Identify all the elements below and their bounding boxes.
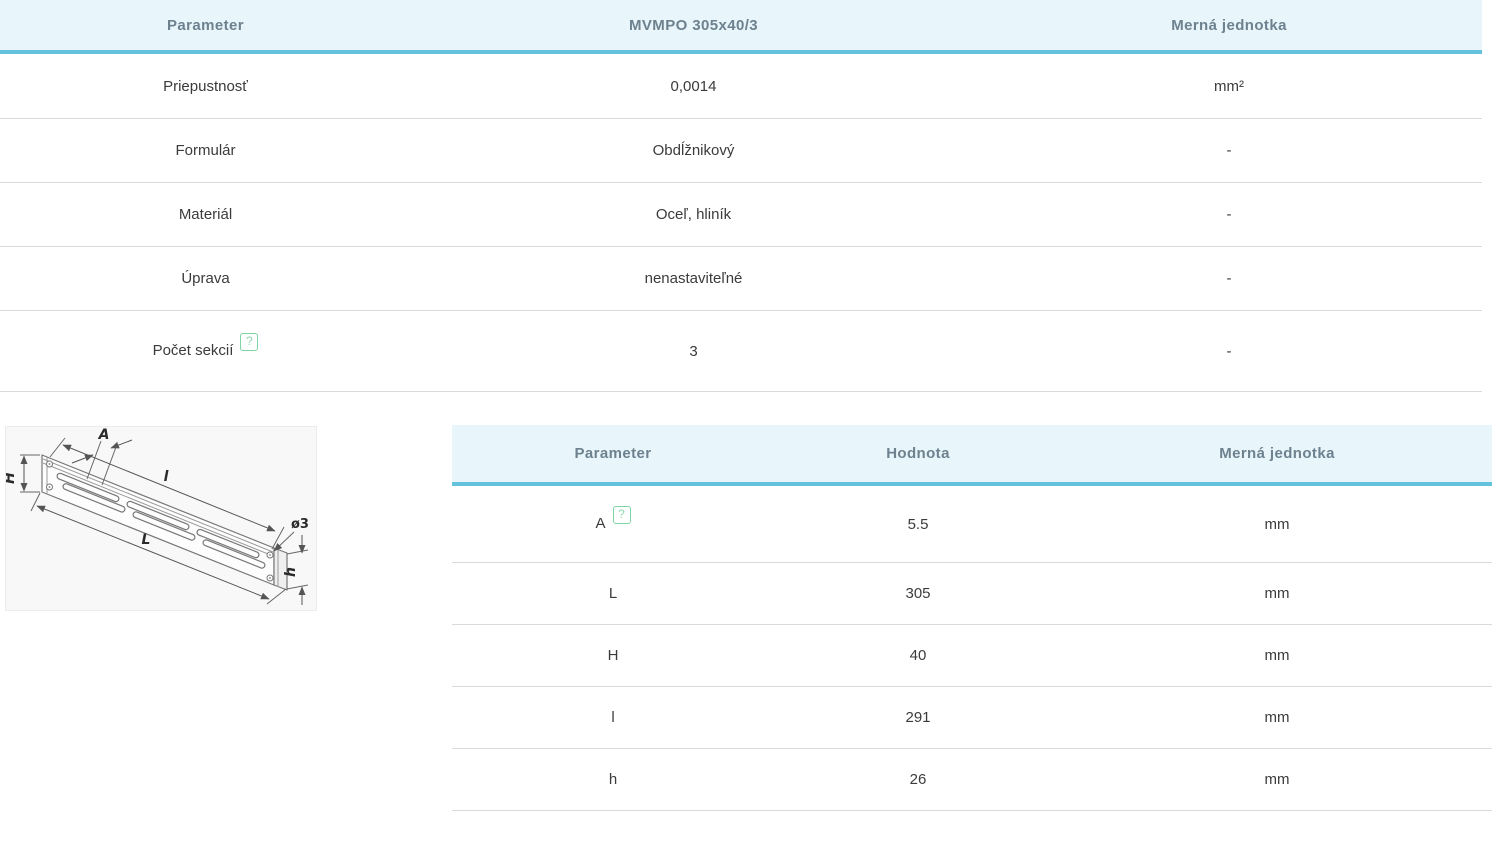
dim-column-header-unit: Merná jednotka bbox=[1062, 425, 1492, 484]
value-cell: 305 bbox=[774, 563, 1062, 625]
spec-column-header-unit: Merná jednotka bbox=[976, 0, 1482, 52]
parameter-cell: Priepustnosť bbox=[0, 52, 411, 119]
table-row: Formulár Obdĺžnikový - bbox=[0, 119, 1482, 183]
parameter-cell: H bbox=[452, 625, 774, 687]
dimension-label-h: h bbox=[283, 567, 299, 577]
unit-cell: - bbox=[976, 119, 1482, 183]
dimension-label-l: l bbox=[164, 469, 169, 485]
table-row: h 26 mm bbox=[452, 749, 1492, 811]
value-cell: 291 bbox=[774, 687, 1062, 749]
spec-header-row: Parameter MVMPO 305x40/3 Merná jednotka bbox=[0, 0, 1482, 52]
spec-column-header-parameter: Parameter bbox=[0, 0, 411, 52]
table-row: Počet sekcií? 3 - bbox=[0, 311, 1482, 392]
unit-cell: mm bbox=[1062, 687, 1492, 749]
dim-column-header-value: Hodnota bbox=[774, 425, 1062, 484]
parameter-cell: Materiál bbox=[0, 183, 411, 247]
unit-cell: mm bbox=[1062, 563, 1492, 625]
table-row: Úprava nenastaviteľné - bbox=[0, 247, 1482, 311]
value-cell: 3 bbox=[411, 311, 976, 392]
dimensions-section: H A l L ø3 h bbox=[0, 425, 1502, 863]
value-cell: 0,0014 bbox=[411, 52, 976, 119]
table-row: Materiál Oceľ, hliník - bbox=[0, 183, 1482, 247]
value-cell: 40 bbox=[774, 625, 1062, 687]
help-icon[interactable]: ? bbox=[240, 333, 258, 351]
parameter-cell: Formulár bbox=[0, 119, 411, 183]
unit-cell: mm bbox=[1062, 484, 1492, 563]
parameter-label: A bbox=[595, 515, 605, 532]
help-icon[interactable]: ? bbox=[613, 506, 631, 524]
parameter-cell: A? bbox=[452, 484, 774, 563]
parameter-label: Počet sekcií bbox=[153, 342, 234, 359]
unit-cell: - bbox=[976, 183, 1482, 247]
value-cell: 26 bbox=[774, 749, 1062, 811]
parameter-cell: Počet sekcií? bbox=[0, 311, 411, 392]
parameter-cell: l bbox=[452, 687, 774, 749]
value-cell: nenastaviteľné bbox=[411, 247, 976, 311]
table-row: l 291 mm bbox=[452, 687, 1492, 749]
table-row: H 40 mm bbox=[452, 625, 1492, 687]
dimension-label-H: H bbox=[6, 472, 18, 484]
table-row: Priepustnosť 0,0014 mm² bbox=[0, 52, 1482, 119]
dim-column-header-parameter: Parameter bbox=[452, 425, 774, 484]
parameter-cell: Úprava bbox=[0, 247, 411, 311]
value-cell: Oceľ, hliník bbox=[411, 183, 976, 247]
unit-cell: mm bbox=[1062, 625, 1492, 687]
dimensions-table: Parameter Hodnota Merná jednotka A? 5.5 … bbox=[452, 425, 1492, 811]
unit-cell: - bbox=[976, 311, 1482, 392]
unit-cell: mm² bbox=[976, 52, 1482, 119]
dimensions-header-row: Parameter Hodnota Merná jednotka bbox=[452, 425, 1492, 484]
dimension-label-hole-diameter: ø3 bbox=[291, 517, 309, 532]
table-row: A? 5.5 mm bbox=[452, 484, 1492, 563]
parameter-cell: L bbox=[452, 563, 774, 625]
value-cell: Obdĺžnikový bbox=[411, 119, 976, 183]
unit-cell: mm bbox=[1062, 749, 1492, 811]
table-row: L 305 mm bbox=[452, 563, 1492, 625]
grille-isometric-drawing: H A l L ø3 h bbox=[6, 427, 316, 610]
technical-drawing: H A l L ø3 h bbox=[5, 426, 317, 611]
unit-cell: - bbox=[976, 247, 1482, 311]
value-cell: 5.5 bbox=[774, 484, 1062, 563]
dimension-label-L: L bbox=[142, 532, 151, 548]
product-spec-table: Parameter MVMPO 305x40/3 Merná jednotka … bbox=[0, 0, 1482, 392]
parameter-cell: h bbox=[452, 749, 774, 811]
spec-column-header-model: MVMPO 305x40/3 bbox=[411, 0, 976, 52]
dimension-label-A: A bbox=[98, 427, 110, 443]
dimensions-table-wrapper: Parameter Hodnota Merná jednotka A? 5.5 … bbox=[452, 425, 1492, 811]
